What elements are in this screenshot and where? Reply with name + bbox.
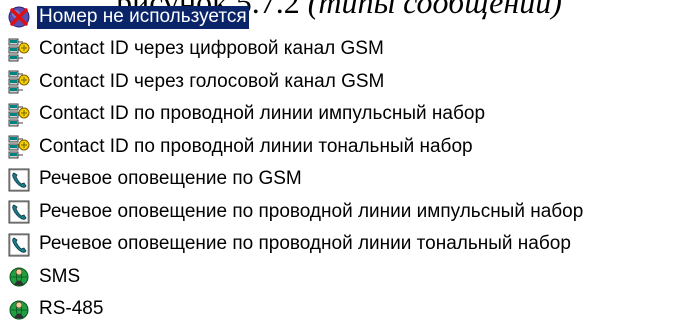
list-item[interactable]: Речевое оповещение по проводной линии им… (0, 196, 678, 229)
list-item-label: RS-485 (39, 298, 104, 320)
list-item[interactable]: Contact ID по проводной линии тональный … (0, 131, 678, 164)
screenshot: рисунок 5.7.2 (типы сообщений) Номер не … (0, 0, 678, 327)
list-item[interactable]: Contact ID по проводной линии импульсный… (0, 99, 678, 132)
list-item[interactable]: Contact ID через цифровой канал GSM (0, 34, 678, 67)
modem-network-icon (8, 70, 30, 94)
list-item-label: Contact ID через цифровой канал GSM (39, 38, 384, 60)
list-item[interactable]: SMS (0, 261, 678, 294)
list-item[interactable]: Речевое оповещение по проводной линии то… (0, 229, 678, 262)
globe-person-icon (8, 298, 30, 322)
modem-network-icon (8, 135, 30, 159)
disabled-x-icon (8, 5, 30, 29)
list-item-label: Речевое оповещение по проводной линии то… (39, 233, 571, 255)
message-type-list: Номер не используется Contact ID через ц… (0, 1, 678, 326)
phone-handset-icon (8, 233, 30, 257)
list-item[interactable]: Contact ID через голосовой канал GSM (0, 66, 678, 99)
modem-network-icon (8, 103, 30, 127)
list-item[interactable]: Номер не используется (0, 1, 678, 34)
list-item-label: SMS (39, 265, 81, 287)
phone-handset-icon (8, 168, 30, 192)
list-item-label: Речевое оповещение по проводной линии им… (39, 200, 584, 222)
list-item[interactable]: RS-485 (0, 294, 678, 327)
list-item[interactable]: Речевое оповещение по GSM (0, 164, 678, 197)
list-item-label: Номер не используется (37, 5, 249, 29)
list-item-label: Речевое оповещение по GSM (39, 168, 302, 190)
globe-person-icon (8, 265, 30, 289)
list-item-label: Contact ID по проводной линии импульсный… (39, 103, 486, 125)
list-item-label: Contact ID через голосовой канал GSM (39, 70, 385, 92)
list-item-label: Contact ID по проводной линии тональный … (39, 135, 473, 157)
phone-handset-icon (8, 200, 30, 224)
modem-network-icon (8, 38, 30, 62)
